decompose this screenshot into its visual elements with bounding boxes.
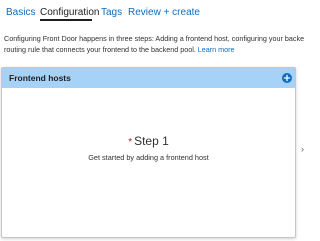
tab-configuration[interactable]: Configuration	[40, 7, 99, 19]
add-circle-icon	[283, 74, 291, 82]
active-tab-indicator	[40, 19, 92, 21]
create-front-door-page: Basics Configuration Tags Review + creat…	[0, 0, 306, 241]
frontend-hosts-panel: Frontend hosts * Step 1 Get started by ad…	[1, 67, 296, 238]
tab-review-create[interactable]: Review + create	[128, 7, 200, 19]
tab-basics[interactable]: Basics	[6, 7, 35, 19]
add-frontend-host-button[interactable]	[282, 73, 292, 83]
configuration-description: Configuring Front Door happens in three …	[4, 33, 304, 55]
description-line-1: Configuring Front Door happens in three …	[4, 34, 304, 43]
step-label: Step 1	[134, 134, 169, 148]
required-marker: *	[128, 137, 133, 148]
panel-title: Frontend hosts	[9, 73, 71, 83]
tab-tags[interactable]: Tags	[101, 7, 122, 19]
description-line-2: routing rule that connects your frontend…	[4, 45, 196, 54]
step-heading: * Step 1	[2, 134, 295, 150]
learn-more-link[interactable]: Learn more	[198, 45, 235, 54]
chevron-right-icon: ›	[301, 144, 304, 154]
tab-bar: Basics Configuration Tags Review + creat…	[0, 0, 306, 21]
step-description: Get started by adding a frontend host	[88, 153, 209, 162]
frontend-hosts-header: Frontend hosts	[2, 68, 295, 88]
